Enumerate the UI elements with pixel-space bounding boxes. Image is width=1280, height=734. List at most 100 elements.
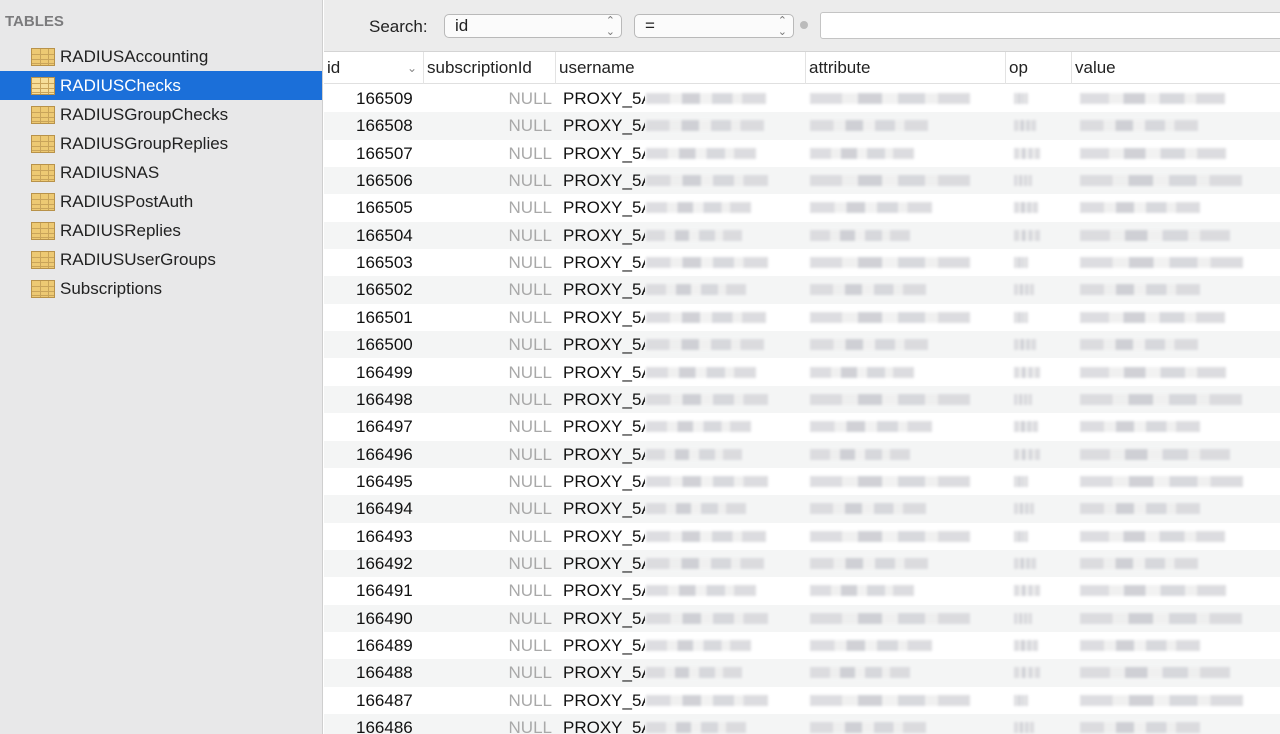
redacted-username xyxy=(646,257,768,269)
table-row[interactable]: 166494 NULL PROXY_5A xyxy=(324,495,1280,523)
sidebar: TABLES RADIUSAccounting RADIUSChecks RADIU… xyxy=(0,0,323,734)
table-row[interactable]: 166505 NULL PROXY_5A xyxy=(324,194,1280,221)
table-row[interactable]: 166489 NULL PROXY_5A xyxy=(324,632,1280,659)
sidebar-item-label: RADIUSReplies xyxy=(60,220,181,240)
redacted-value xyxy=(1080,557,1198,569)
table-row[interactable]: 166504 NULL PROXY_5A xyxy=(324,221,1280,250)
cell-subscriptionid: NULL xyxy=(508,225,552,245)
field-select[interactable]: id ⌃ ⌄ xyxy=(444,14,622,38)
table-row[interactable]: 166497 NULL PROXY_5A xyxy=(324,413,1280,440)
table-row[interactable]: 166499 NULL PROXY_5A xyxy=(324,359,1280,386)
cell-subscriptionid: NULL xyxy=(508,663,552,683)
table-row[interactable]: 166491 NULL PROXY_5A xyxy=(324,577,1280,604)
sort-descending-icon: ⌄ xyxy=(406,61,417,75)
cell-id: 166503 xyxy=(356,253,413,273)
table-row[interactable]: 166500 NULL PROXY_5A xyxy=(324,331,1280,359)
redacted-username xyxy=(646,694,768,706)
sidebar-item-table[interactable]: RADIUSChecks xyxy=(0,71,322,100)
redacted-value xyxy=(1080,311,1225,323)
sidebar-item-table[interactable]: RADIUSPostAuth xyxy=(0,187,322,216)
column-header-op[interactable]: op xyxy=(1006,52,1072,84)
redacted-value xyxy=(1080,612,1242,624)
table-row[interactable]: 166506 NULL PROXY_5A xyxy=(324,167,1280,195)
redacted-value xyxy=(1080,147,1226,159)
sidebar-item-table[interactable]: RADIUSNAS xyxy=(0,158,322,187)
redacted-value xyxy=(1080,475,1243,487)
table-row[interactable]: 166488 NULL PROXY_5A xyxy=(324,659,1280,687)
redacted-attribute xyxy=(810,667,910,679)
cell-id: 166487 xyxy=(356,690,413,710)
table-row[interactable]: 166492 NULL PROXY_5A xyxy=(324,549,1280,578)
redacted-value xyxy=(1080,339,1198,351)
redacted-value xyxy=(1080,448,1230,460)
sidebar-item-table[interactable]: RADIUSReplies xyxy=(0,216,322,245)
redacted-value xyxy=(1080,175,1242,187)
table-row[interactable]: 166507 NULL PROXY_5A xyxy=(324,140,1280,167)
sidebar-item-label: RADIUSNAS xyxy=(60,162,160,182)
table-row[interactable]: 166486 NULL PROXY_5A xyxy=(324,714,1280,734)
tables-section-title: TABLES xyxy=(5,13,64,30)
sidebar-item-table[interactable]: RADIUSGroupReplies xyxy=(0,129,322,158)
cell-subscriptionid: NULL xyxy=(508,253,552,273)
operator-select[interactable]: = ⌃ ⌄ xyxy=(634,14,794,38)
column-header-value[interactable]: value xyxy=(1072,52,1280,84)
redacted-username xyxy=(646,93,766,104)
cell-id: 166500 xyxy=(356,335,413,355)
table-row[interactable]: 166503 NULL PROXY_5A xyxy=(324,249,1280,276)
table-row[interactable]: 166495 NULL PROXY_5A xyxy=(324,468,1280,495)
sidebar-item-table[interactable]: Subscriptions xyxy=(0,274,322,303)
redacted-username xyxy=(646,393,768,405)
redacted-op xyxy=(1014,694,1028,706)
cell-username: PROXY_5A xyxy=(563,389,645,409)
column-header-username[interactable]: username xyxy=(556,52,806,84)
cell-subscriptionid: NULL xyxy=(508,89,552,108)
redacted-username xyxy=(646,722,746,734)
cell-subscriptionid: NULL xyxy=(508,116,552,136)
table-row[interactable]: 166509 NULL PROXY_5A xyxy=(324,85,1280,112)
cell-id: 166489 xyxy=(356,636,413,655)
cell-username: PROXY_5A xyxy=(563,143,645,163)
redacted-value xyxy=(1080,120,1198,132)
redacted-op xyxy=(1014,421,1038,433)
redacted-attribute xyxy=(810,311,970,323)
redacted-attribute xyxy=(810,612,970,624)
table-row[interactable]: 166501 NULL PROXY_5A xyxy=(324,304,1280,331)
table-row[interactable]: 166496 NULL PROXY_5A xyxy=(324,440,1280,468)
column-header-subscriptionid[interactable]: subscriptionId xyxy=(424,52,556,84)
redacted-value xyxy=(1080,393,1242,405)
redacted-attribute xyxy=(810,694,970,706)
sidebar-item-label: RADIUSChecks xyxy=(60,75,181,95)
redacted-value xyxy=(1080,530,1225,542)
sidebar-item-table[interactable]: RADIUSGroupChecks xyxy=(0,100,322,129)
cell-id: 166504 xyxy=(356,225,413,245)
table-row[interactable]: 166487 NULL PROXY_5A xyxy=(324,687,1280,714)
cell-id: 166495 xyxy=(356,471,413,491)
cell-username: PROXY_5A xyxy=(563,225,645,245)
redacted-value xyxy=(1080,503,1200,515)
column-header-id[interactable]: id ⌄ xyxy=(324,52,424,84)
table-icon xyxy=(31,47,55,66)
sidebar-item-table[interactable]: RADIUSAccounting xyxy=(0,42,322,71)
sidebar-item-label: RADIUSAccounting xyxy=(60,46,209,66)
column-header-attribute[interactable]: attribute xyxy=(806,52,1006,84)
redacted-value xyxy=(1080,284,1200,296)
table-row[interactable]: 166498 NULL PROXY_5A xyxy=(324,385,1280,414)
redacted-attribute xyxy=(810,421,932,433)
redacted-attribute xyxy=(810,557,928,569)
redacted-username xyxy=(646,421,751,433)
table-row[interactable]: 166508 NULL PROXY_5A xyxy=(324,112,1280,140)
redacted-username xyxy=(646,585,756,597)
cell-username: PROXY_5A xyxy=(563,608,645,628)
redacted-attribute xyxy=(810,722,926,734)
sidebar-item-table[interactable]: RADIUSUserGroups xyxy=(0,245,322,274)
search-value-input[interactable] xyxy=(820,12,1280,39)
cell-id: 166498 xyxy=(356,389,413,409)
redacted-op xyxy=(1014,557,1036,569)
table-row[interactable]: 166490 NULL PROXY_5A xyxy=(324,604,1280,632)
redacted-attribute xyxy=(810,530,970,542)
table-row[interactable]: 166502 NULL PROXY_5A xyxy=(324,276,1280,304)
table-row[interactable]: 166493 NULL PROXY_5A xyxy=(324,523,1280,550)
up-down-chevron-icon: ⌃ ⌄ xyxy=(605,15,615,38)
redacted-attribute xyxy=(810,448,910,460)
sidebar-item-label: RADIUSGroupReplies xyxy=(60,133,229,153)
